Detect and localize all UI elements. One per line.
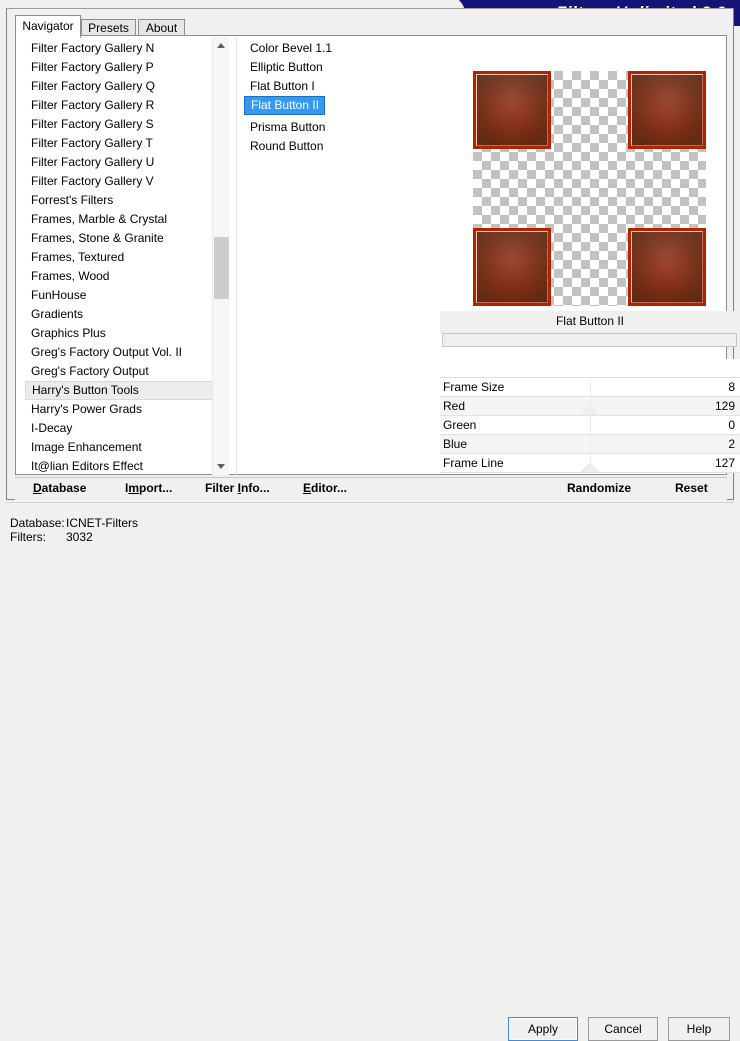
- navigator-panel: Filter Factory Gallery N Filter Factory …: [15, 35, 740, 475]
- status-separator: [6, 502, 734, 503]
- import-button[interactable]: Import...: [125, 481, 172, 495]
- parameter-label: Blue: [443, 437, 468, 451]
- progress-bar: [442, 333, 737, 347]
- parameter-value: 127: [714, 456, 735, 470]
- parameter-row-frame-line[interactable]: Frame Line 127: [440, 454, 740, 473]
- preview-image[interactable]: [473, 71, 706, 306]
- list-item[interactable]: Forrest's Filters: [25, 191, 226, 210]
- list-item[interactable]: Frames, Marble & Crystal: [25, 210, 226, 229]
- list-item-selected-category[interactable]: Harry's Button Tools: [25, 381, 226, 400]
- scrollbar-thumb[interactable]: [214, 237, 229, 299]
- parameter-row-blue[interactable]: Blue 2: [440, 435, 740, 454]
- status-bar: Database: ICNET-Filters Filters: 3032 Ap…: [0, 502, 740, 1041]
- reset-button[interactable]: Reset: [675, 481, 708, 495]
- parameter-row-red[interactable]: Red 129: [440, 397, 740, 416]
- preview-button-top-right: [628, 71, 706, 149]
- list-item[interactable]: Filter Factory Gallery Q: [25, 77, 226, 96]
- list-item[interactable]: I-Decay: [25, 419, 226, 438]
- preview-area: Flat Button II Frame Size 8 Red 129 Gree…: [440, 64, 740, 504]
- category-list-scrollbar[interactable]: [212, 37, 229, 475]
- list-item[interactable]: Filter Factory Gallery P: [25, 58, 226, 77]
- list-item[interactable]: Filter Factory Gallery S: [25, 115, 226, 134]
- preview-button-top-left: [473, 71, 551, 149]
- help-button[interactable]: Help: [668, 1017, 730, 1041]
- list-item[interactable]: Image Enhancement: [25, 438, 226, 457]
- list-item[interactable]: It@lian Editors Effect: [25, 457, 226, 473]
- progress-bar-fill: [444, 335, 446, 345]
- selected-filter-title: Flat Button II: [440, 311, 740, 333]
- list-divider: [236, 37, 237, 475]
- list-item[interactable]: Filter Factory Gallery V: [25, 172, 226, 191]
- action-bar: Database Import... Filter Info... Editor…: [15, 477, 727, 501]
- scroll-up-icon[interactable]: [213, 37, 229, 54]
- parameter-slider-marker[interactable]: [580, 405, 600, 415]
- parameter-label: Green: [443, 418, 477, 432]
- parameter-row-frame-size[interactable]: Frame Size 8: [440, 378, 740, 397]
- list-item[interactable]: Filter Factory Gallery T: [25, 134, 226, 153]
- parameter-list: Frame Size 8 Red 129 Green 0 Blue 2 Fram…: [440, 359, 740, 473]
- preview-button-bottom-left: [473, 228, 551, 306]
- parameter-spacer: [440, 359, 740, 378]
- parameter-value: 8: [728, 380, 735, 394]
- list-item[interactable]: Frames, Textured: [25, 248, 226, 267]
- parameter-center-tick: [590, 378, 591, 396]
- filters-unlimited-window: Filters Unlimited 2.0 Navigator Presets …: [0, 0, 740, 1041]
- list-item[interactable]: Greg's Factory Output: [25, 362, 226, 381]
- parameter-slider-marker[interactable]: [580, 462, 600, 472]
- list-item[interactable]: Elliptic Button: [244, 58, 429, 77]
- list-item[interactable]: Gradients: [25, 305, 226, 324]
- list-item[interactable]: Flat Button I: [244, 77, 429, 96]
- list-item[interactable]: Greg's Factory Output Vol. II: [25, 343, 226, 362]
- category-list[interactable]: Filter Factory Gallery N Filter Factory …: [25, 39, 226, 473]
- list-item[interactable]: Filter Factory Gallery U: [25, 153, 226, 172]
- parameter-center-tick: [590, 416, 591, 434]
- parameter-label: Red: [443, 399, 466, 413]
- apply-button[interactable]: Apply: [508, 1017, 578, 1041]
- parameter-value: 0: [728, 418, 735, 432]
- parameter-label: Frame Size: [443, 380, 505, 394]
- list-item[interactable]: Round Button: [244, 137, 429, 156]
- filter-list[interactable]: Color Bevel 1.1 Elliptic Button Flat But…: [244, 39, 429, 473]
- list-item-selected-filter[interactable]: Flat Button II: [244, 96, 326, 115]
- database-button[interactable]: Database: [33, 481, 86, 495]
- scroll-down-icon[interactable]: [213, 458, 229, 475]
- status-database-label: Database:: [10, 516, 65, 530]
- list-item[interactable]: Filter Factory Gallery N: [25, 39, 226, 58]
- main-panel: Navigator Presets About Filter Factory G…: [6, 8, 740, 501]
- list-item[interactable]: Color Bevel 1.1: [244, 39, 429, 58]
- list-item[interactable]: Frames, Wood: [25, 267, 226, 286]
- randomize-button[interactable]: Randomize: [567, 481, 631, 495]
- list-item[interactable]: Frames, Stone & Granite: [25, 229, 226, 248]
- list-item[interactable]: Filter Factory Gallery R: [25, 96, 226, 115]
- filter-info-button[interactable]: Filter Info...: [205, 481, 270, 495]
- list-item[interactable]: Prisma Button: [244, 118, 429, 137]
- parameter-value: 129: [714, 399, 735, 413]
- parameter-value: 2: [728, 437, 735, 451]
- parameter-center-tick: [590, 435, 591, 453]
- list-item[interactable]: Harry's Power Grads: [25, 400, 226, 419]
- parameter-label: Frame Line: [443, 456, 504, 470]
- list-item[interactable]: Graphics Plus: [25, 324, 226, 343]
- preview-button-bottom-right: [628, 228, 706, 306]
- list-item[interactable]: FunHouse: [25, 286, 226, 305]
- editor-button[interactable]: Editor...: [303, 481, 347, 495]
- tab-navigator[interactable]: Navigator: [15, 15, 81, 38]
- parameter-row-green[interactable]: Green 0: [440, 416, 740, 435]
- cancel-button[interactable]: Cancel: [588, 1017, 658, 1041]
- status-filters-label: Filters:: [10, 530, 46, 544]
- status-filters-value: 3032: [66, 530, 93, 544]
- status-database-value: ICNET-Filters: [66, 516, 138, 530]
